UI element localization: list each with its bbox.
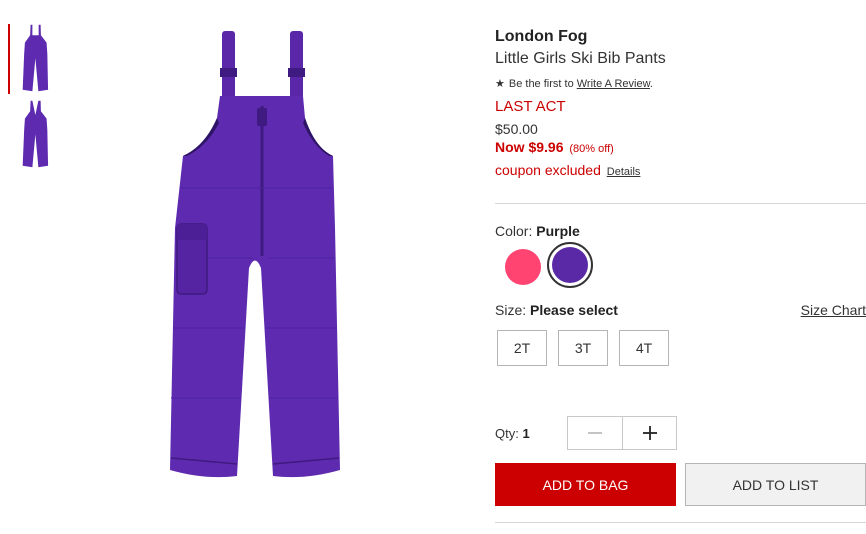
sale-price-row: Now $9.96 (80% off) — [495, 139, 614, 155]
decrease-quantity-button[interactable] — [568, 417, 622, 449]
thumbnail-back-image — [22, 100, 49, 168]
size-option-3t[interactable]: 3T — [558, 330, 608, 366]
swatch-purple-fill — [552, 247, 588, 283]
original-price: $50.00 — [495, 121, 538, 137]
size-option-2t[interactable]: 2T — [497, 330, 547, 366]
discount-percent: (80% off) — [569, 143, 614, 155]
quantity-stepper — [567, 416, 677, 450]
increase-quantity-button[interactable] — [623, 417, 677, 449]
color-swatch-purple[interactable] — [547, 242, 593, 288]
plus-icon — [643, 426, 657, 440]
review-prompt: ★ Be the first to Write A Review. — [495, 77, 653, 90]
coupon-text: coupon excluded — [495, 162, 601, 178]
product-brand[interactable]: London Fog — [495, 28, 587, 46]
product-image — [165, 28, 340, 483]
thumbnail-list — [8, 24, 58, 176]
selected-color: Purple — [536, 223, 580, 239]
thumbnail-back[interactable] — [8, 100, 58, 170]
promo-badge: LAST ACT — [495, 98, 566, 115]
swatch-pink-fill — [505, 249, 541, 285]
quantity-label: Qty: 1 — [495, 426, 530, 441]
coupon-note: coupon excluded Details — [495, 162, 640, 178]
divider-bottom — [495, 522, 866, 523]
review-prefix: Be the first to — [508, 78, 574, 90]
size-option-4t[interactable]: 4T — [619, 330, 669, 366]
thumbnail-front[interactable] — [8, 24, 58, 94]
quantity-value: 1 — [522, 426, 530, 441]
size-label: Size: Please select — [495, 302, 618, 318]
size-label-text: Size: — [495, 302, 527, 318]
divider — [495, 203, 866, 204]
star-icon: ★ — [495, 78, 505, 90]
color-swatch-pink[interactable] — [500, 244, 546, 290]
add-to-bag-button[interactable]: ADD TO BAG — [495, 463, 676, 506]
size-chart-link[interactable]: Size Chart — [801, 302, 866, 318]
write-review-link[interactable]: Write A Review — [577, 78, 650, 90]
product-title: Little Girls Ski Bib Pants — [495, 50, 666, 67]
add-to-list-button[interactable]: ADD TO LIST — [685, 463, 866, 506]
details-link[interactable]: Details — [607, 166, 641, 178]
selected-size: Please select — [530, 302, 618, 318]
minus-icon — [588, 432, 602, 434]
color-label: Color: Purple — [495, 223, 580, 239]
color-label-text: Color: — [495, 223, 533, 239]
review-suffix: . — [649, 78, 653, 90]
quantity-label-text: Qty: — [495, 426, 519, 441]
thumbnail-front-image — [22, 24, 49, 92]
sale-price: Now $9.96 — [495, 139, 564, 155]
